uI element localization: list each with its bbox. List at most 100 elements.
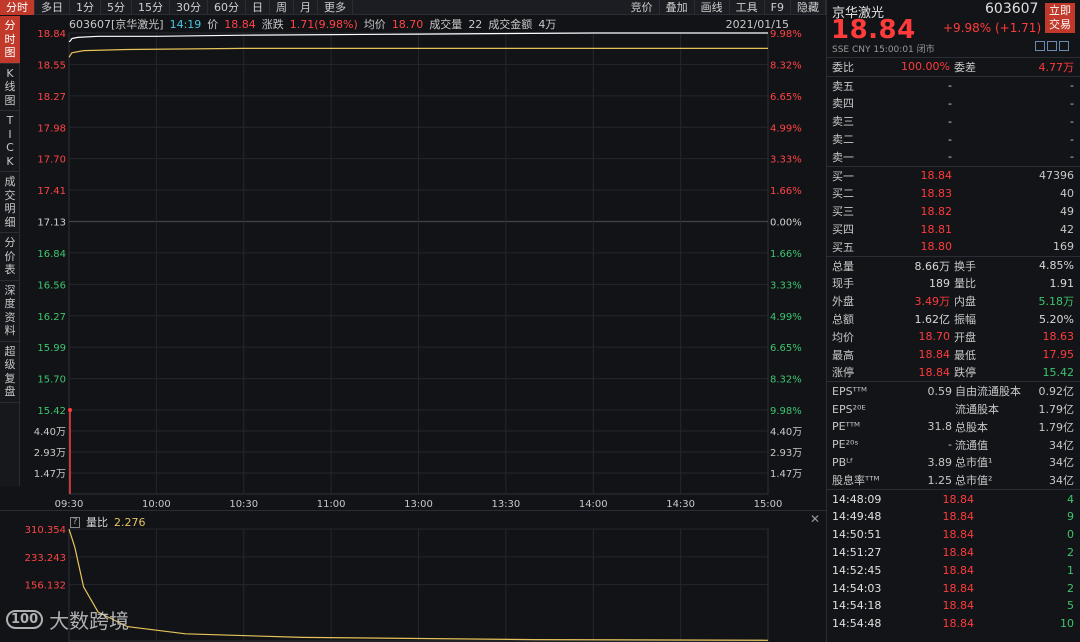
tick-volume: 1 [1067, 563, 1074, 577]
tick-volume: 9 [1067, 510, 1074, 524]
close-icon[interactable]: ✕ [810, 512, 820, 526]
sidebar-item-0[interactable]: 分 时 图 [0, 16, 20, 64]
price-change: +9.98% (+1.71) [943, 21, 1042, 35]
tick-price: 18.84 [942, 545, 975, 559]
info-avg-label: 均价 [363, 18, 386, 31]
fin-d: 34亿 [1049, 474, 1074, 488]
sidebar-item-4[interactable]: 分 价 表 [0, 233, 20, 281]
stats-row: 最高 18.84 最低 17.95 [827, 346, 1080, 364]
volume-tick-label: 4.40万 [34, 427, 66, 438]
volume-tick-label: 2.93万 [34, 448, 66, 459]
info-avg: 18.70 [391, 17, 424, 31]
bids-volume: 42 [1060, 222, 1074, 236]
trade-now-button[interactable]: 立即 交易 [1045, 3, 1075, 33]
toolbar-tool-4[interactable]: F9 [765, 0, 791, 15]
time-tick-label: 09:30 [55, 499, 84, 510]
price-tick-label: 17.70 [37, 155, 66, 166]
intraday-chart[interactable]: 18.84 9.98% 18.55 8.32% 18.27 6.65% 17.98 4.99%… [21, 16, 826, 510]
toolbar-tab-2[interactable]: 1分 [70, 0, 101, 15]
time-tick-label: 14:00 [579, 499, 608, 510]
toolbar-tab-3[interactable]: 5分 [101, 0, 132, 15]
volume-tick-label-right: 1.47万 [770, 469, 802, 480]
ratio-tick-label: 310.354 [25, 525, 66, 536]
toolbar-tab-0[interactable]: 分时 [0, 0, 35, 15]
tick-time: 14:49:48 [832, 510, 882, 524]
stat-label: 总额 [832, 313, 854, 327]
sidebar-item-6[interactable]: 超 级 复 盘 [0, 342, 20, 403]
tick-row: 14:54:18 18.84 5 [827, 597, 1080, 615]
stat-value-2: 17.95 [1042, 348, 1075, 362]
toolbar-tab-7[interactable]: 日 [246, 0, 270, 15]
pct-tick-label: 4.99% [770, 123, 802, 134]
sidebar-item-5[interactable]: 深 度 资 料 [0, 281, 20, 342]
alert-icon[interactable] [1047, 41, 1057, 51]
watermark: 100 大数跨境 [6, 605, 129, 634]
intraday-chart-panel[interactable]: 18.84 9.98% 18.55 8.32% 18.27 6.65% 17.98 4.99%… [21, 16, 826, 510]
watermark-text: 大数跨境 [49, 609, 130, 633]
asks-volume: - [1070, 132, 1074, 146]
bids-volume: 47396 [1039, 169, 1074, 183]
bids-row: 买三 18.82 49 [827, 202, 1080, 220]
stat-value-2: 1.91 [1049, 276, 1075, 290]
asks-price: - [948, 79, 952, 93]
volume-ratio-panel[interactable]: 310.354 233.243 156.132 ? 量比 2.276 ✕ 100 大… [0, 510, 826, 642]
tick-price: 18.84 [942, 563, 975, 577]
info-price-label: 价 [207, 18, 219, 31]
toolbar-tab-10[interactable]: 更多 [318, 0, 353, 15]
edit-icon[interactable] [1035, 41, 1045, 51]
sidebar-item-3[interactable]: 成 交 明 细 [0, 172, 20, 233]
asks-label: 卖四 [832, 97, 854, 111]
asks-row: 卖一 - - [827, 148, 1080, 166]
stat-value: 18.70 [918, 330, 951, 344]
fin-d: 1.79亿 [1038, 403, 1075, 417]
asks-row: 卖四 - - [827, 95, 1080, 113]
toolbar-tool-0[interactable]: 竞价 [625, 0, 660, 15]
asks-label: 卖二 [832, 133, 854, 147]
toolbar-tool-2[interactable]: 画线 [695, 0, 730, 15]
pct-tick-label: 6.65% [770, 343, 802, 354]
toolbar-tab-6[interactable]: 60分 [208, 0, 246, 15]
fin-a: PBᴸᶠ [832, 455, 854, 469]
sidebar-item-1[interactable]: K 线 图 [0, 64, 20, 111]
help-icon[interactable]: ? [70, 516, 80, 528]
stat-value: 3.49万 [914, 295, 951, 309]
bids-row: 买四 18.81 42 [827, 220, 1080, 238]
toolbar-tab-5[interactable]: 30分 [170, 0, 208, 15]
bids-row: 买二 18.83 40 [827, 185, 1080, 203]
bids-row: 买一 18.84 47396 [827, 167, 1080, 185]
stock-code: 603607 [985, 1, 1039, 17]
fin-c: 总市值¹ [955, 456, 993, 470]
toolbar-tool-5[interactable]: 隐藏 [791, 0, 826, 15]
tick-price: 18.84 [942, 599, 975, 613]
price-tick-label: 16.27 [37, 312, 66, 323]
stat-value: 1.62亿 [914, 313, 951, 327]
volume-tick-label: 1.47万 [34, 469, 66, 480]
ratio-value: 2.276 [114, 515, 146, 529]
weicha-label: 委差 [954, 60, 976, 74]
toolbar-tab-4[interactable]: 15分 [132, 0, 170, 15]
price-tick-label: 17.98 [37, 123, 66, 134]
price-tick-label: 18.55 [37, 60, 66, 71]
toolbar-tool-3[interactable]: 工具 [730, 0, 765, 15]
fin-b: - [948, 438, 952, 452]
weibi-label: 委比 [832, 60, 854, 74]
info-icon[interactable] [1059, 41, 1069, 51]
sidebar-item-2[interactable]: T I C K [0, 111, 20, 172]
stat-label: 涨停 [832, 366, 854, 380]
volume-tick-label-right: 4.40万 [770, 427, 802, 438]
pct-tick-label: 6.65% [770, 92, 802, 103]
tick-row: 14:54:48 18.84 10 [827, 615, 1080, 633]
time-tick-label: 14:30 [666, 499, 695, 510]
asks-label: 卖五 [832, 79, 854, 93]
stat-value: 18.84 [918, 348, 951, 362]
toolbar-tab-1[interactable]: 多日 [35, 0, 70, 15]
bids-label: 买二 [832, 187, 854, 201]
asks-label: 卖三 [832, 115, 854, 129]
toolbar-tab-8[interactable]: 周 [270, 0, 294, 15]
toolbar-tab-9[interactable]: 月 [294, 0, 318, 15]
toolbar-tool-1[interactable]: 叠加 [660, 0, 695, 15]
bids-volume: 169 [1053, 240, 1074, 254]
volume-ratio-info: ? 量比 2.276 [70, 514, 146, 530]
tick-time: 14:48:09 [832, 492, 882, 506]
stats-grid: 总量 8.66万 换手 4.85% 现手 189 量比 1.91 外盘 3.49万 内盘 5.18万总… [827, 257, 1080, 383]
